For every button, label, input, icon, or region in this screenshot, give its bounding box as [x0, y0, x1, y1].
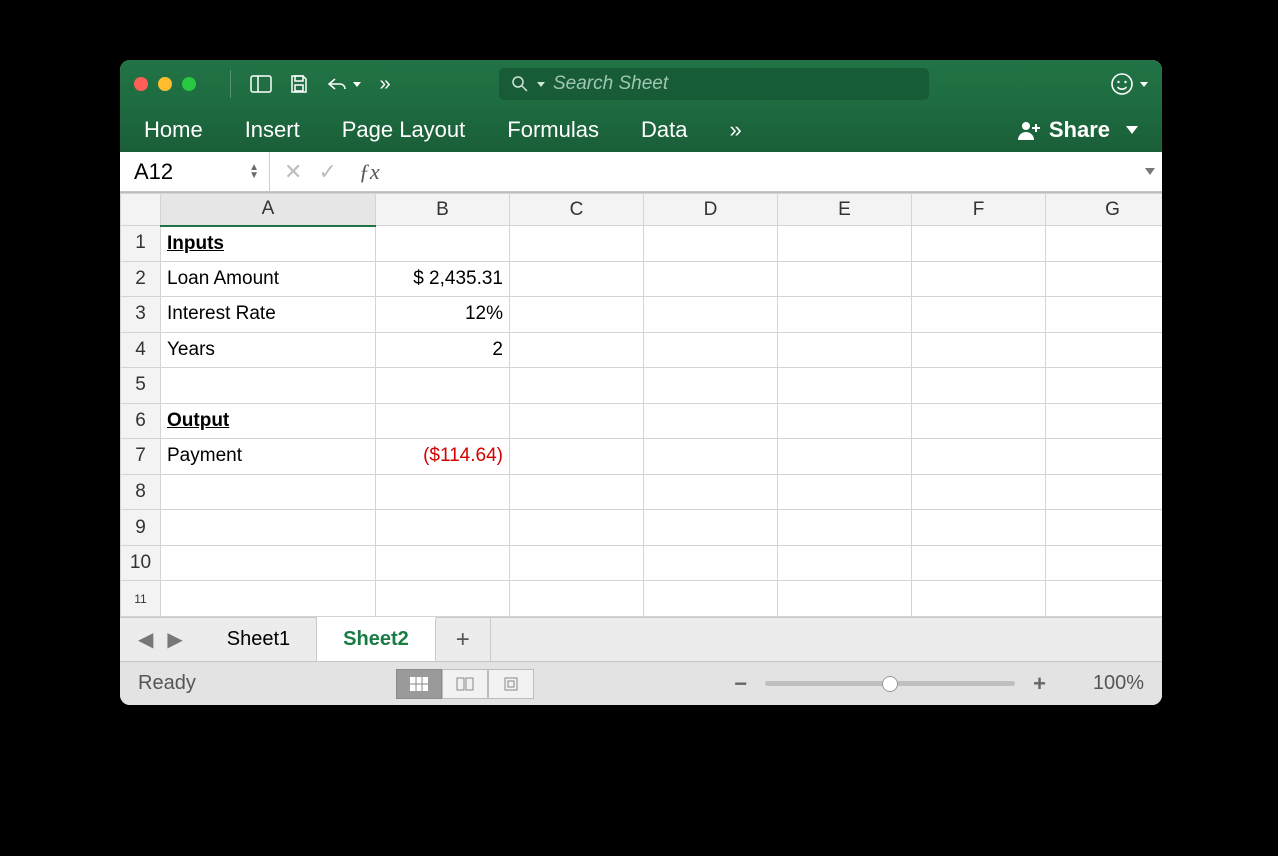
search-input[interactable] — [553, 73, 917, 95]
row-header-10[interactable]: 10 — [121, 545, 161, 581]
title-bar: » — [120, 60, 1162, 108]
collapse-ribbon-icon[interactable] — [1126, 126, 1138, 134]
feedback-group — [1110, 72, 1148, 96]
col-header-F[interactable]: F — [912, 194, 1046, 226]
sidebar-toggle-icon[interactable] — [247, 70, 275, 98]
row-header-5[interactable]: 5 — [121, 368, 161, 404]
undo-group — [323, 70, 361, 98]
cell-A7[interactable]: Payment — [161, 439, 376, 475]
col-header-B[interactable]: B — [376, 194, 510, 226]
close-window-button[interactable] — [134, 77, 148, 91]
formula-input[interactable] — [394, 152, 1138, 191]
share-button[interactable]: Share — [1017, 117, 1110, 143]
zoom-level[interactable]: 100% — [1074, 672, 1144, 695]
formula-cancel-icon[interactable]: ✕ — [284, 159, 302, 185]
view-normal-icon[interactable] — [396, 669, 442, 699]
tab-home[interactable]: Home — [144, 117, 203, 143]
app-window: » Home Insert Page Layout Formulas Data … — [120, 60, 1162, 705]
search-scope-dropdown-icon[interactable] — [537, 82, 545, 87]
fx-label[interactable]: ƒx — [359, 159, 380, 185]
cell-B1[interactable] — [376, 226, 510, 262]
share-person-icon — [1017, 120, 1041, 140]
search-icon — [511, 75, 529, 93]
col-header-C[interactable]: C — [510, 194, 644, 226]
share-label: Share — [1049, 117, 1110, 143]
zoom-window-button[interactable] — [182, 77, 196, 91]
worksheet-grid[interactable]: A B C D E F G 1 Inputs 2 Loan Amount $ 2… — [120, 192, 1162, 617]
window-controls — [134, 77, 196, 91]
formula-accept-icon[interactable]: ✓ — [318, 159, 336, 185]
prev-sheet-icon[interactable]: ◀ — [138, 627, 153, 652]
cell-reference: A12 — [134, 159, 173, 185]
sheet-tab-strip: ◀ ▶ Sheet1 Sheet2 + — [120, 617, 1162, 661]
cell-B2[interactable]: $ 2,435.31 — [376, 261, 510, 297]
undo-icon[interactable] — [323, 70, 351, 98]
search-box[interactable] — [499, 68, 929, 100]
cell-B4[interactable]: 2 — [376, 332, 510, 368]
save-icon[interactable] — [285, 70, 313, 98]
zoom-out-button[interactable]: − — [734, 671, 747, 697]
zoom-in-button[interactable]: + — [1033, 671, 1046, 697]
more-tabs-icon[interactable]: » — [729, 117, 741, 143]
cell-B3[interactable]: 12% — [376, 297, 510, 333]
row-header-11[interactable]: 11 — [121, 581, 161, 617]
formula-buttons: ✕ ✓ ƒx — [270, 152, 394, 191]
col-header-G[interactable]: G — [1046, 194, 1163, 226]
add-sheet-button[interactable]: + — [436, 618, 491, 661]
col-header-D[interactable]: D — [644, 194, 778, 226]
cell-A2[interactable]: Loan Amount — [161, 261, 376, 297]
row-header-9[interactable]: 9 — [121, 510, 161, 546]
view-page-break-icon[interactable] — [488, 669, 534, 699]
status-bar: Ready − + 100% — [120, 661, 1162, 705]
row-header-3[interactable]: 3 — [121, 297, 161, 333]
feedback-dropdown-icon[interactable] — [1140, 82, 1148, 87]
tab-insert[interactable]: Insert — [245, 117, 300, 143]
separator — [230, 70, 231, 98]
row-header-8[interactable]: 8 — [121, 474, 161, 510]
tab-page-layout[interactable]: Page Layout — [342, 117, 466, 143]
sheet-tab-sheet2[interactable]: Sheet2 — [317, 617, 436, 661]
zoom-slider-thumb[interactable] — [882, 676, 898, 692]
select-all-corner[interactable] — [121, 194, 161, 226]
next-sheet-icon[interactable]: ▶ — [167, 627, 182, 652]
col-header-A[interactable]: A — [161, 194, 376, 226]
cell-A4[interactable]: Years — [161, 332, 376, 368]
row-header-7[interactable]: 7 — [121, 439, 161, 475]
row-header-1[interactable]: 1 — [121, 226, 161, 262]
tab-data[interactable]: Data — [641, 117, 687, 143]
ribbon-tabs: Home Insert Page Layout Formulas Data » … — [120, 108, 1162, 152]
undo-dropdown-icon[interactable] — [353, 82, 361, 87]
name-box[interactable]: A12 ▲▼ — [120, 152, 270, 191]
more-commands-icon[interactable]: » — [371, 70, 399, 98]
sheet-tab-sheet1[interactable]: Sheet1 — [201, 618, 317, 661]
name-box-stepper[interactable]: ▲▼ — [249, 164, 259, 180]
cell-A3[interactable]: Interest Rate — [161, 297, 376, 333]
row-header-4[interactable]: 4 — [121, 332, 161, 368]
formula-bar: A12 ▲▼ ✕ ✓ ƒx — [120, 152, 1162, 192]
column-header-row: A B C D E F G — [121, 194, 1163, 226]
row-header-6[interactable]: 6 — [121, 403, 161, 439]
minimize-window-button[interactable] — [158, 77, 172, 91]
row-header-2[interactable]: 2 — [121, 261, 161, 297]
cell-A6[interactable]: Output — [161, 403, 376, 439]
cell-B7[interactable]: ($114.64) — [376, 439, 510, 475]
view-page-layout-icon[interactable] — [442, 669, 488, 699]
expand-formula-bar-icon[interactable] — [1138, 152, 1162, 191]
zoom-slider[interactable] — [765, 681, 1015, 686]
cell-A1[interactable]: Inputs — [161, 226, 376, 262]
feedback-smiley-icon[interactable] — [1110, 72, 1134, 96]
status-text: Ready — [138, 672, 196, 695]
tab-formulas[interactable]: Formulas — [507, 117, 599, 143]
col-header-E[interactable]: E — [778, 194, 912, 226]
